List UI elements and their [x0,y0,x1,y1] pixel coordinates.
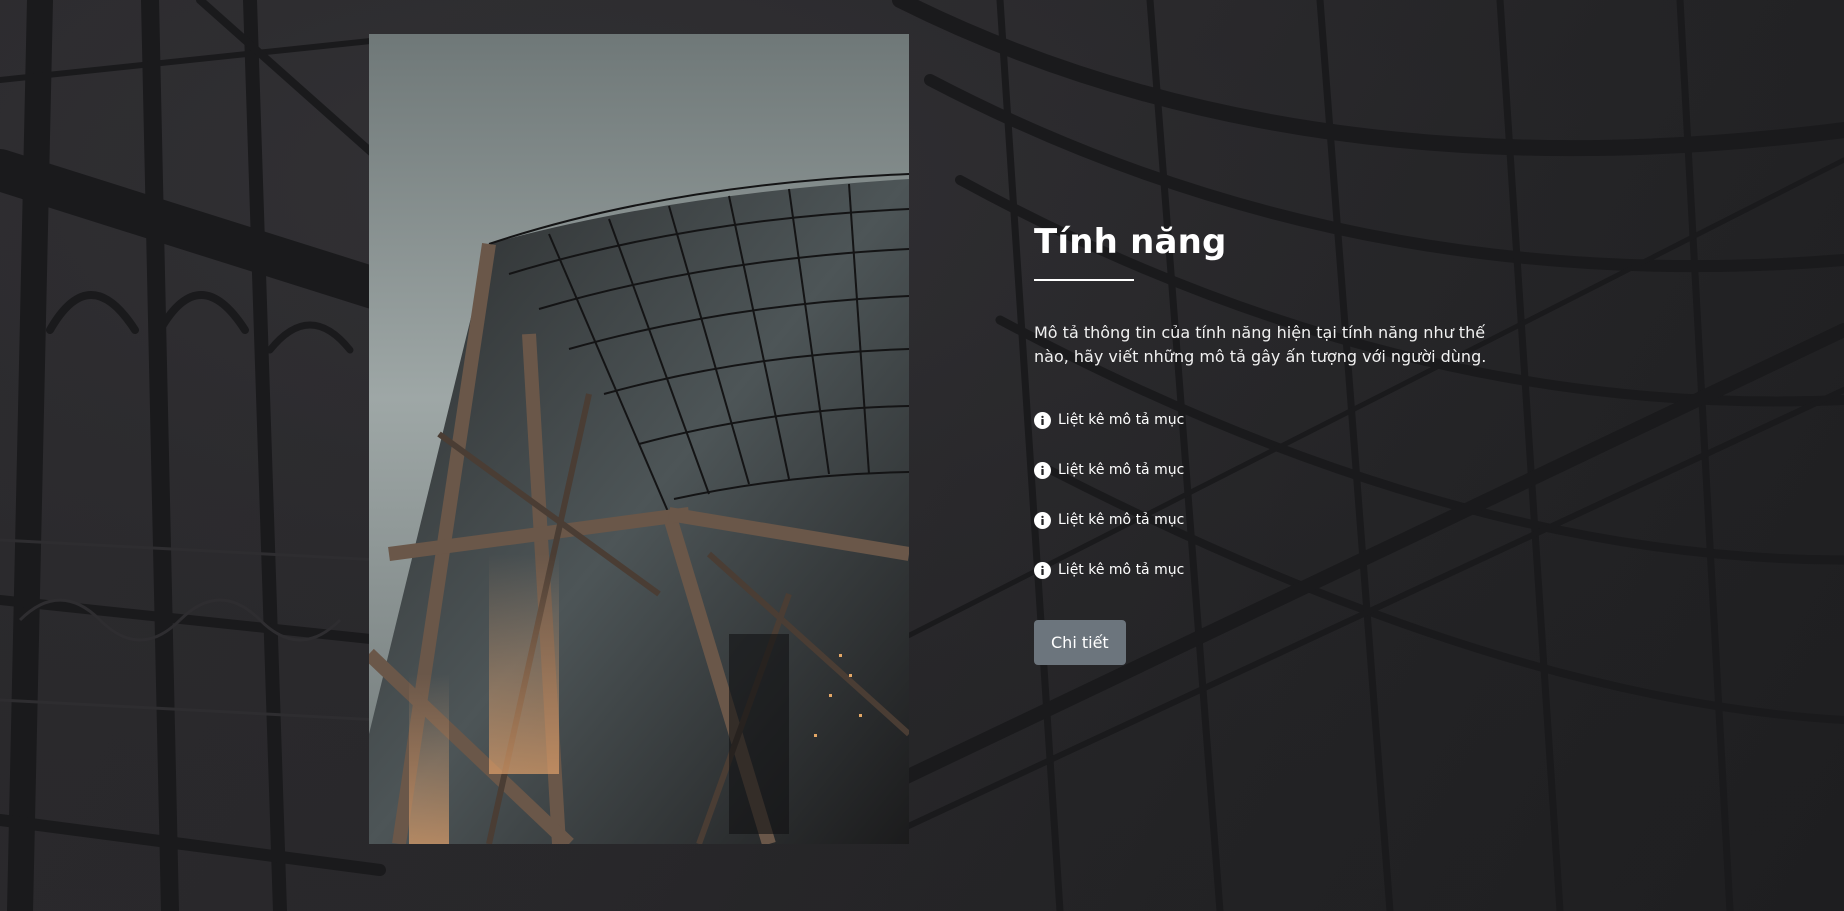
list-item: Liệt kê mô tả mục [1034,409,1534,431]
info-circle-icon [1034,511,1051,529]
details-button[interactable]: Chi tiết [1034,620,1126,665]
feature-content: Tính năng Mô tả thông tin của tính năng … [1034,218,1534,665]
feature-item-label: Liệt kê mô tả mục [1058,512,1185,528]
feature-list: Liệt kê mô tả mục Liệt kê mô tả mục Liệt… [1034,409,1534,581]
building-photo [369,34,909,844]
feature-item-label: Liệt kê mô tả mục [1058,562,1185,578]
title-underline [1034,279,1134,281]
feature-item-label: Liệt kê mô tả mục [1058,412,1185,428]
background-image [0,0,1844,911]
list-item: Liệt kê mô tả mục [1034,459,1534,481]
feature-item-label: Liệt kê mô tả mục [1058,462,1185,478]
feature-title: Tính năng [1034,222,1227,262]
info-circle-icon [1034,461,1051,479]
info-circle-icon [1034,411,1051,429]
info-circle-icon [1034,561,1051,579]
list-item: Liệt kê mô tả mục [1034,559,1534,581]
feature-description: Mô tả thông tin của tính năng hiện tại t… [1034,323,1487,366]
list-item: Liệt kê mô tả mục [1034,509,1534,531]
feature-page: Tính năng Mô tả thông tin của tính năng … [0,0,1844,911]
